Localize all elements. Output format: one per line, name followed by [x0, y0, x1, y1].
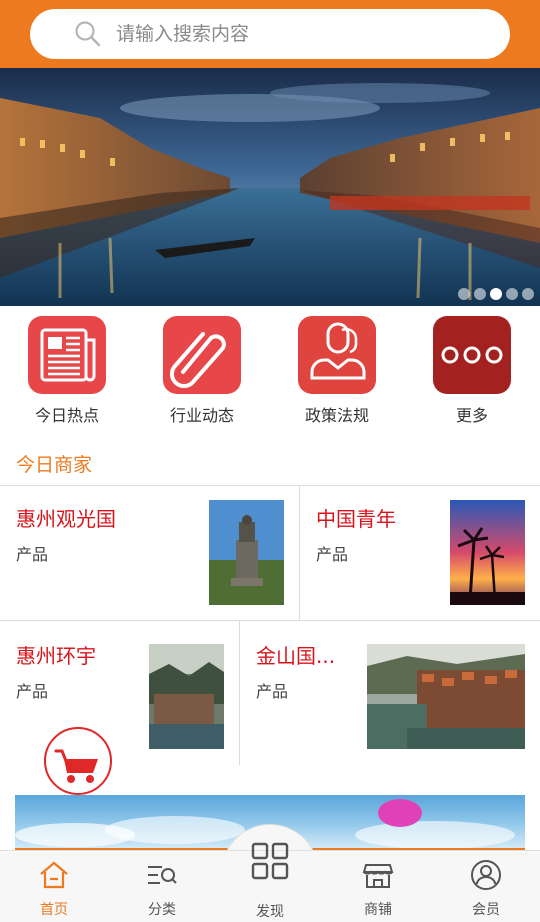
category-label: 今日热点: [34, 406, 99, 425]
merchant-subtitle: 产品: [256, 682, 289, 701]
newspaper-icon: [28, 316, 106, 394]
merchant-image: [450, 500, 525, 605]
grid-icon: [251, 842, 289, 880]
carousel-dot[interactable]: [506, 288, 518, 300]
tab-member[interactable]: 会员: [432, 851, 540, 922]
carousel-indicator[interactable]: [458, 288, 534, 300]
category-grid: 今日热点 行业动态 政策法规 更多: [0, 306, 540, 430]
tab-home[interactable]: 首页: [0, 851, 108, 922]
category-search-icon: [148, 866, 177, 884]
category-label: 行业动态: [169, 406, 234, 425]
merchant-subtitle: 产品: [16, 545, 49, 564]
cart-icon: [54, 749, 98, 783]
section-title: 今日商家: [16, 454, 93, 476]
tab-label: 会员: [472, 902, 500, 918]
category-policy[interactable]: 政策法规: [287, 316, 387, 426]
user-icon: [471, 860, 501, 890]
carousel-dot[interactable]: [458, 288, 470, 300]
tab-label: 发现: [256, 904, 284, 920]
search-icon: [75, 21, 101, 47]
cart-button[interactable]: [44, 727, 112, 795]
banner-image: [0, 68, 540, 306]
carousel-dot[interactable]: [474, 288, 486, 300]
tab-discover[interactable]: 发现: [216, 842, 324, 922]
tab-label: 商铺: [364, 902, 392, 918]
shop-icon: [362, 864, 394, 888]
bottom-tab-bar: 首页 分类 发现 商铺 会员: [0, 842, 540, 922]
merchant-name: 惠州观光国: [16, 507, 116, 531]
people-icon: [298, 316, 376, 394]
merchant-card[interactable]: 金山国... 产品: [240, 620, 540, 765]
search-input[interactable]: 请输入搜索内容: [116, 9, 249, 59]
more-dots-icon: [433, 316, 511, 394]
merchant-image: [367, 644, 525, 749]
search-bar[interactable]: 请输入搜索内容: [30, 9, 510, 59]
home-icon: [40, 861, 68, 889]
merchant-image: [149, 644, 224, 749]
merchant-card[interactable]: 惠州环宇 产品: [0, 620, 239, 765]
merchant-subtitle: 产品: [16, 682, 49, 701]
merchant-name: 金山国...: [256, 644, 336, 668]
category-industry-news[interactable]: 行业动态: [152, 316, 252, 426]
top-header: 请输入搜索内容: [0, 0, 540, 68]
merchant-image: [209, 500, 284, 605]
category-label: 更多: [455, 406, 488, 425]
tab-label: 分类: [148, 902, 176, 918]
tab-category[interactable]: 分类: [108, 851, 216, 922]
paperclip-icon: [163, 316, 241, 394]
banner-carousel[interactable]: [0, 68, 540, 306]
merchant-card[interactable]: 中国青年 产品: [300, 485, 540, 620]
tab-shop[interactable]: 商铺: [324, 851, 432, 922]
merchant-card[interactable]: 惠州观光国 产品: [0, 485, 299, 620]
tab-label: 首页: [40, 902, 68, 918]
category-more[interactable]: 更多: [422, 316, 522, 426]
merchant-name: 惠州环宇: [16, 644, 96, 668]
merchant-subtitle: 产品: [316, 545, 349, 564]
category-today-hot[interactable]: 今日热点: [17, 316, 117, 426]
category-label: 政策法规: [304, 406, 369, 425]
merchant-name: 中国青年: [316, 507, 396, 531]
carousel-dot-active[interactable]: [490, 288, 502, 300]
carousel-dot[interactable]: [522, 288, 534, 300]
